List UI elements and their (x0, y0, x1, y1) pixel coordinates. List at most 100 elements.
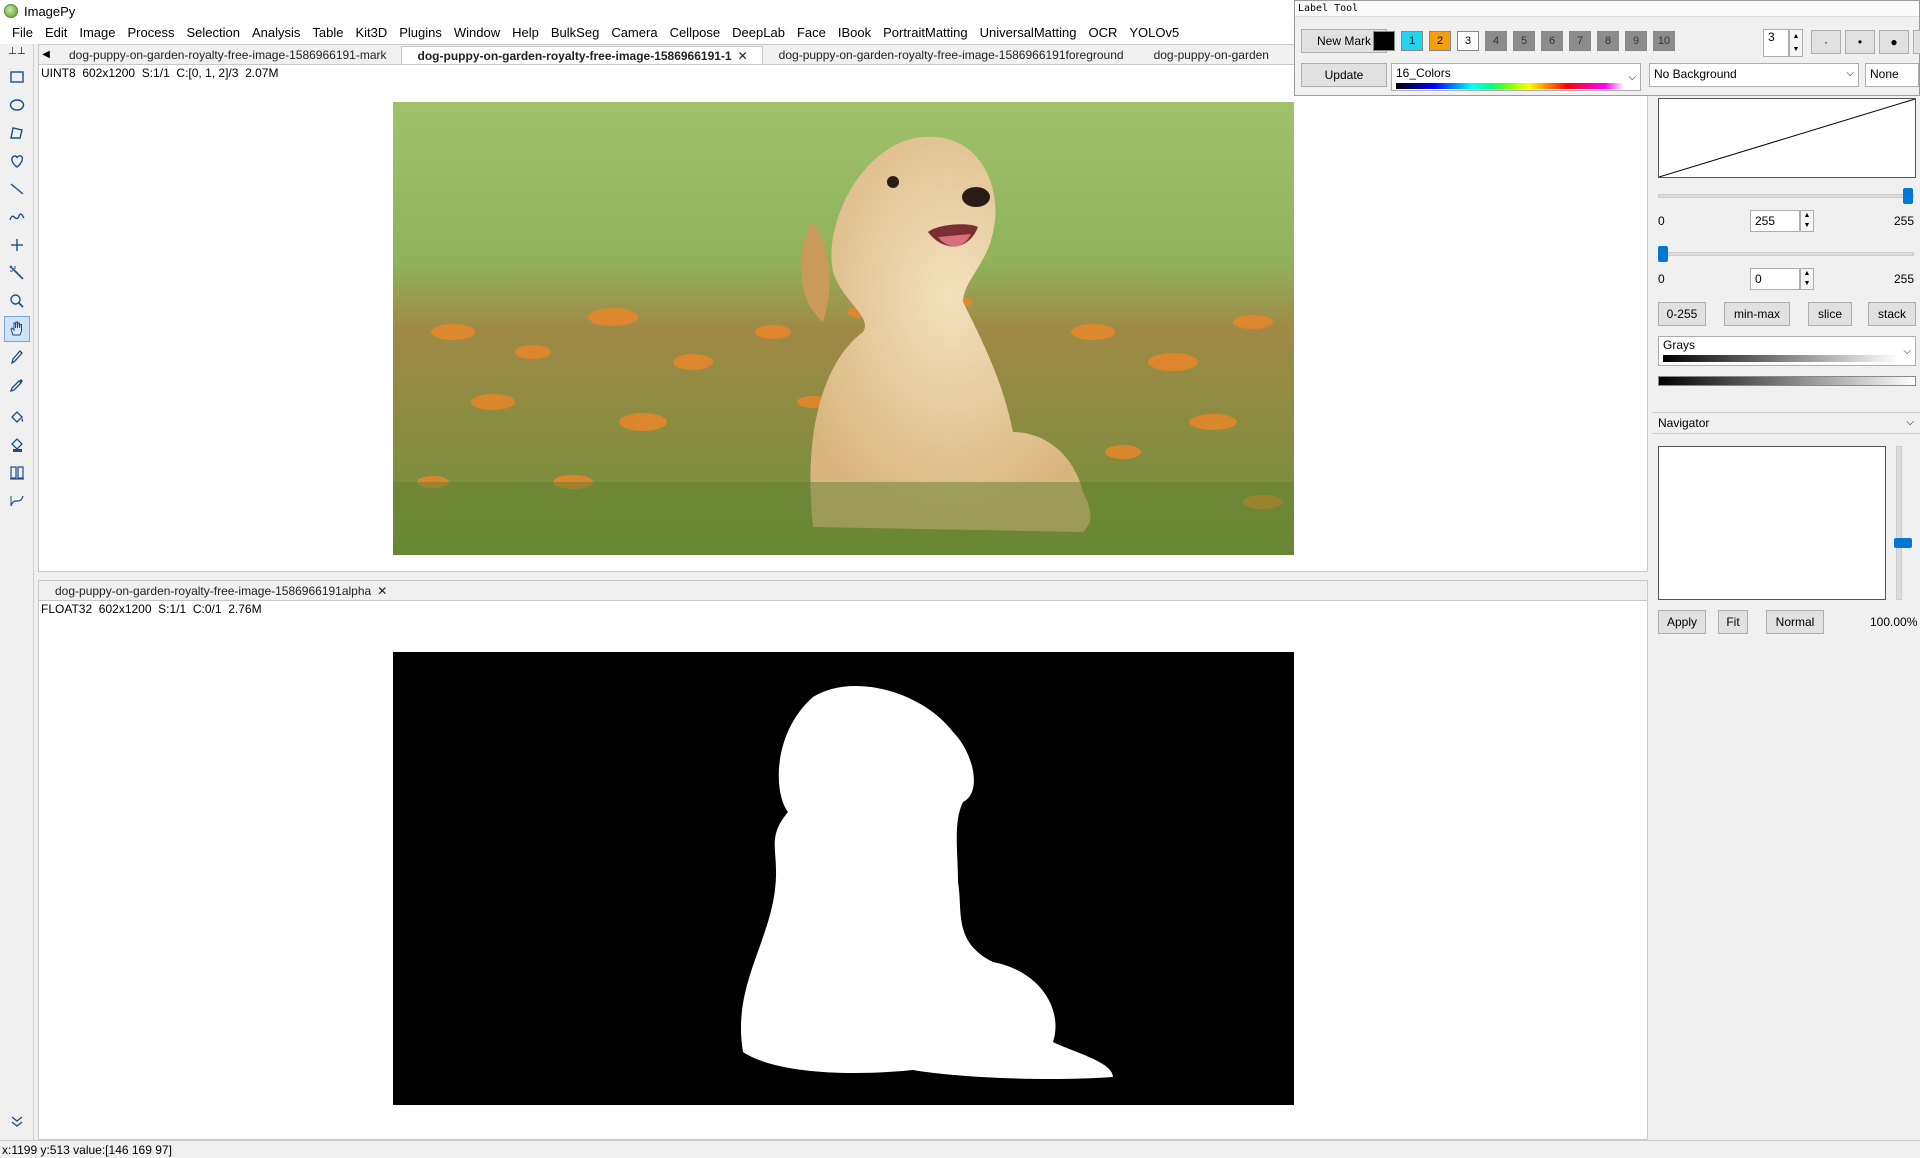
zoom-slider-track[interactable] (1896, 446, 1902, 600)
color-swatch[interactable]: 3 (1457, 31, 1479, 51)
pen-size-spinner[interactable]: ▲ ▼ (1789, 29, 1803, 57)
navigator-preview[interactable] (1658, 446, 1886, 600)
navigator-normal-button[interactable]: Normal (1766, 610, 1824, 634)
navigator-fit-button[interactable]: Fit (1718, 610, 1748, 634)
chevron-down-icon: ⌵ (1846, 68, 1854, 79)
menu-table[interactable]: Table (306, 22, 349, 44)
pencil-icon[interactable] (4, 344, 30, 370)
magic-wand-icon[interactable] (4, 260, 30, 286)
menu-analysis[interactable]: Analysis (246, 22, 306, 44)
colormap-dropdown[interactable]: 16_Colors ⌵ (1391, 63, 1641, 91)
min-slider-thumb[interactable] (1658, 246, 1668, 262)
color-swatch[interactable]: 1 (1401, 31, 1423, 51)
menu-kit3d[interactable]: Kit3D (349, 22, 393, 44)
image-tab[interactable]: dog-puppy-on-garden-royalty-free-image-1… (400, 46, 763, 64)
menu-edit[interactable]: Edit (39, 22, 73, 44)
navigator-title: Navigator (1658, 416, 1710, 430)
min-slider-track[interactable] (1658, 252, 1914, 256)
lut-dropdown[interactable]: Grays ⌵ (1658, 336, 1916, 366)
color-swatch[interactable]: 5 (1513, 31, 1535, 51)
range-minmax-button[interactable]: min-max (1724, 302, 1790, 326)
menu-face[interactable]: Face (791, 22, 832, 44)
menu-yolov5[interactable]: YOLOv5 (1123, 22, 1185, 44)
menu-plugins[interactable]: Plugins (393, 22, 448, 44)
min-value-spinner[interactable]: ▲ ▼ (1800, 268, 1814, 290)
dot-small-button[interactable]: · (1811, 30, 1841, 54)
text-icon[interactable] (4, 460, 30, 486)
color-swatch[interactable]: 6 (1541, 31, 1563, 51)
polygon-select-icon[interactable] (4, 120, 30, 146)
menu-ibook[interactable]: IBook (832, 22, 877, 44)
menu-ocr[interactable]: OCR (1082, 22, 1123, 44)
range-slice-button[interactable]: slice (1808, 302, 1852, 326)
blend-dropdown[interactable]: None (1865, 63, 1919, 87)
menu-portraitmatting[interactable]: PortraitMatting (877, 22, 974, 44)
ellipse-select-icon[interactable] (4, 92, 30, 118)
contrast-curve (1658, 98, 1916, 178)
point-icon[interactable] (4, 232, 30, 258)
color-swatch[interactable] (1373, 31, 1395, 51)
background-dropdown[interactable]: No Background ⌵ (1649, 63, 1859, 87)
image-tab[interactable]: dog-puppy-on-garden-royalty-free-image-1… (39, 582, 401, 600)
menu-camera[interactable]: Camera (605, 22, 663, 44)
rectangle-select-icon[interactable] (4, 64, 30, 90)
chevron-down-icon: ⌵ (1906, 417, 1914, 428)
menu-help[interactable]: Help (506, 22, 545, 44)
max-value-field[interactable]: 255 (1750, 210, 1800, 232)
menu-process[interactable]: Process (122, 22, 181, 44)
menu-file[interactable]: File (6, 22, 39, 44)
color-swatch[interactable]: 9 (1625, 31, 1647, 51)
max-slider-thumb[interactable] (1903, 188, 1913, 204)
color-swatch[interactable]: 10 (1653, 31, 1675, 51)
expand-down-icon[interactable] (4, 1108, 30, 1134)
min-value-field[interactable]: 0 (1750, 268, 1800, 290)
measure-icon[interactable] (4, 488, 30, 514)
zoom-icon[interactable] (4, 288, 30, 314)
image-tab[interactable]: dog-puppy-on-garden-royalty-free-image-1… (763, 46, 1138, 64)
pen-size-field[interactable]: 3 (1763, 29, 1789, 57)
fill-stamp-icon[interactable] (4, 432, 30, 458)
menu-selection[interactable]: Selection (180, 22, 245, 44)
update-button[interactable]: Update (1301, 63, 1387, 87)
color-swatch[interactable]: 7 (1569, 31, 1591, 51)
max-value-spinner[interactable]: ▲ ▼ (1800, 210, 1814, 232)
image-tab-label: dog-puppy-on-garden-royalty-free-image-1… (69, 48, 387, 62)
color-swatch[interactable]: 4 (1485, 31, 1507, 51)
tab-scroll-left-icon[interactable]: ◀ (39, 46, 53, 64)
background-value: No Background (1654, 67, 1737, 81)
chevron-down-icon: ⌵ (1903, 346, 1911, 357)
menu-window[interactable]: Window (448, 22, 506, 44)
menu-deeplab[interactable]: DeepLab (726, 22, 791, 44)
image-tab[interactable]: dog-puppy-on-garden-royalty-free-image-1… (53, 46, 401, 64)
close-icon[interactable]: ✕ (738, 49, 748, 63)
dot-large-button[interactable]: ● (1879, 30, 1909, 54)
eyedropper-icon[interactable] (4, 372, 30, 398)
alpha-mask-image[interactable] (393, 652, 1294, 1105)
hand-icon[interactable] (4, 316, 30, 342)
close-icon[interactable]: ✕ (377, 584, 387, 598)
puppy-photo[interactable] (393, 102, 1294, 555)
image-tab-label: dog-puppy-on-garden-royalty-free-image-1… (778, 48, 1124, 62)
zoom-slider-thumb[interactable] (1894, 538, 1912, 548)
color-swatch[interactable]: 8 (1597, 31, 1619, 51)
navigator-header[interactable]: Navigator ⌵ (1652, 412, 1920, 434)
menu-universalmatting[interactable]: UniversalMatting (974, 22, 1083, 44)
pin-icon[interactable]: ⊥⊥ (2, 46, 32, 58)
image-tab[interactable]: dog-puppy-on-garden (1138, 46, 1283, 64)
menu-image[interactable]: Image (73, 22, 121, 44)
navigator-apply-button[interactable]: Apply (1658, 610, 1706, 634)
image-tab-label: dog-puppy-on-garden (1153, 48, 1269, 62)
max-slider-track[interactable] (1658, 194, 1914, 198)
color-swatch[interactable]: 2 (1429, 31, 1451, 51)
more-button[interactable] (1913, 30, 1920, 54)
menu-bulkseg[interactable]: BulkSeg (545, 22, 605, 44)
bucket-fill-icon[interactable] (4, 404, 30, 430)
lut-range-bar[interactable] (1658, 376, 1916, 386)
range-stack-button[interactable]: stack (1868, 302, 1916, 326)
dot-medium-button[interactable]: • (1845, 30, 1875, 54)
menu-cellpose[interactable]: Cellpose (664, 22, 727, 44)
line-icon[interactable] (4, 176, 30, 202)
freehand-select-icon[interactable] (4, 148, 30, 174)
range-0-255-button[interactable]: 0-255 (1658, 302, 1706, 326)
polyline-icon[interactable] (4, 204, 30, 230)
